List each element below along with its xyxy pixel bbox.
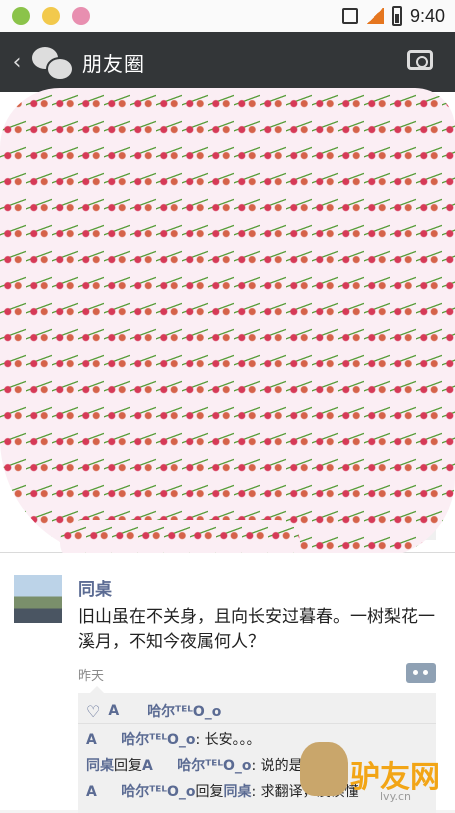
page-title: 朋友圈 bbox=[82, 51, 145, 76]
comment-item[interactable]: 同桌回复A 哈尔ᵀᴱᴸO_o: 说的是 bbox=[86, 755, 303, 775]
camera-icon[interactable] bbox=[407, 50, 433, 70]
comment-user[interactable]: A bbox=[86, 784, 97, 800]
like-user[interactable]: 哈尔ᵀᴱᴸO_o bbox=[147, 701, 221, 721]
comment-user[interactable]: 哈尔ᵀᴱᴸO_o bbox=[177, 758, 251, 774]
title-bar: ‹ 朋友圈 bbox=[0, 32, 455, 92]
wechat-logo-icon bbox=[32, 45, 74, 81]
like-user[interactable]: A bbox=[108, 703, 119, 719]
comment-user[interactable]: 哈尔ᵀᴱᴸO_o bbox=[121, 784, 195, 800]
comment-user[interactable]: 同桌 bbox=[86, 758, 114, 774]
status-bar: 9:40 bbox=[0, 0, 455, 32]
comment-text: : 长安。。。 bbox=[195, 732, 261, 748]
comment-user[interactable]: A bbox=[86, 732, 97, 748]
back-button[interactable]: ‹ bbox=[2, 50, 32, 75]
more-button[interactable] bbox=[406, 663, 436, 683]
signal-icon bbox=[365, 8, 384, 24]
heart-icon: ♡ bbox=[86, 701, 101, 721]
reply-word: 回复 bbox=[114, 758, 142, 774]
post-text: 旧山虽在不关身，且向长安过暮春。一树梨花一溪月，不知今夜属何人？ bbox=[78, 607, 435, 652]
app-notification-icon bbox=[72, 7, 90, 25]
likes-row: ♡ A 哈尔ᵀᴱᴸO_o bbox=[86, 701, 221, 721]
post-time: 昨天 bbox=[78, 669, 105, 684]
clock: 9:40 bbox=[409, 5, 445, 26]
app-notification-icon bbox=[12, 7, 30, 25]
avatar[interactable] bbox=[14, 575, 62, 623]
app-notification-icon bbox=[42, 7, 60, 25]
comment-user[interactable]: A bbox=[142, 758, 153, 774]
reply-word: 回复 bbox=[195, 784, 224, 800]
watermark: 驴友网 bbox=[300, 742, 440, 796]
comment-item[interactable]: A 哈尔ᵀᴱᴸO_o: 长安。。。 bbox=[86, 729, 261, 749]
comment-user[interactable]: 哈尔ᵀᴱᴸO_o bbox=[121, 732, 195, 748]
post-author[interactable]: 同桌 bbox=[78, 575, 112, 600]
rotation-icon bbox=[341, 8, 358, 24]
watermark-url: lvy.cn bbox=[380, 790, 412, 803]
comment-user[interactable]: 同桌 bbox=[223, 784, 251, 800]
privacy-cover bbox=[0, 88, 455, 558]
comment-text: : 说的是 bbox=[251, 758, 303, 774]
divider bbox=[78, 723, 436, 724]
donkey-logo-icon bbox=[300, 742, 348, 796]
battery-icon bbox=[391, 6, 402, 26]
